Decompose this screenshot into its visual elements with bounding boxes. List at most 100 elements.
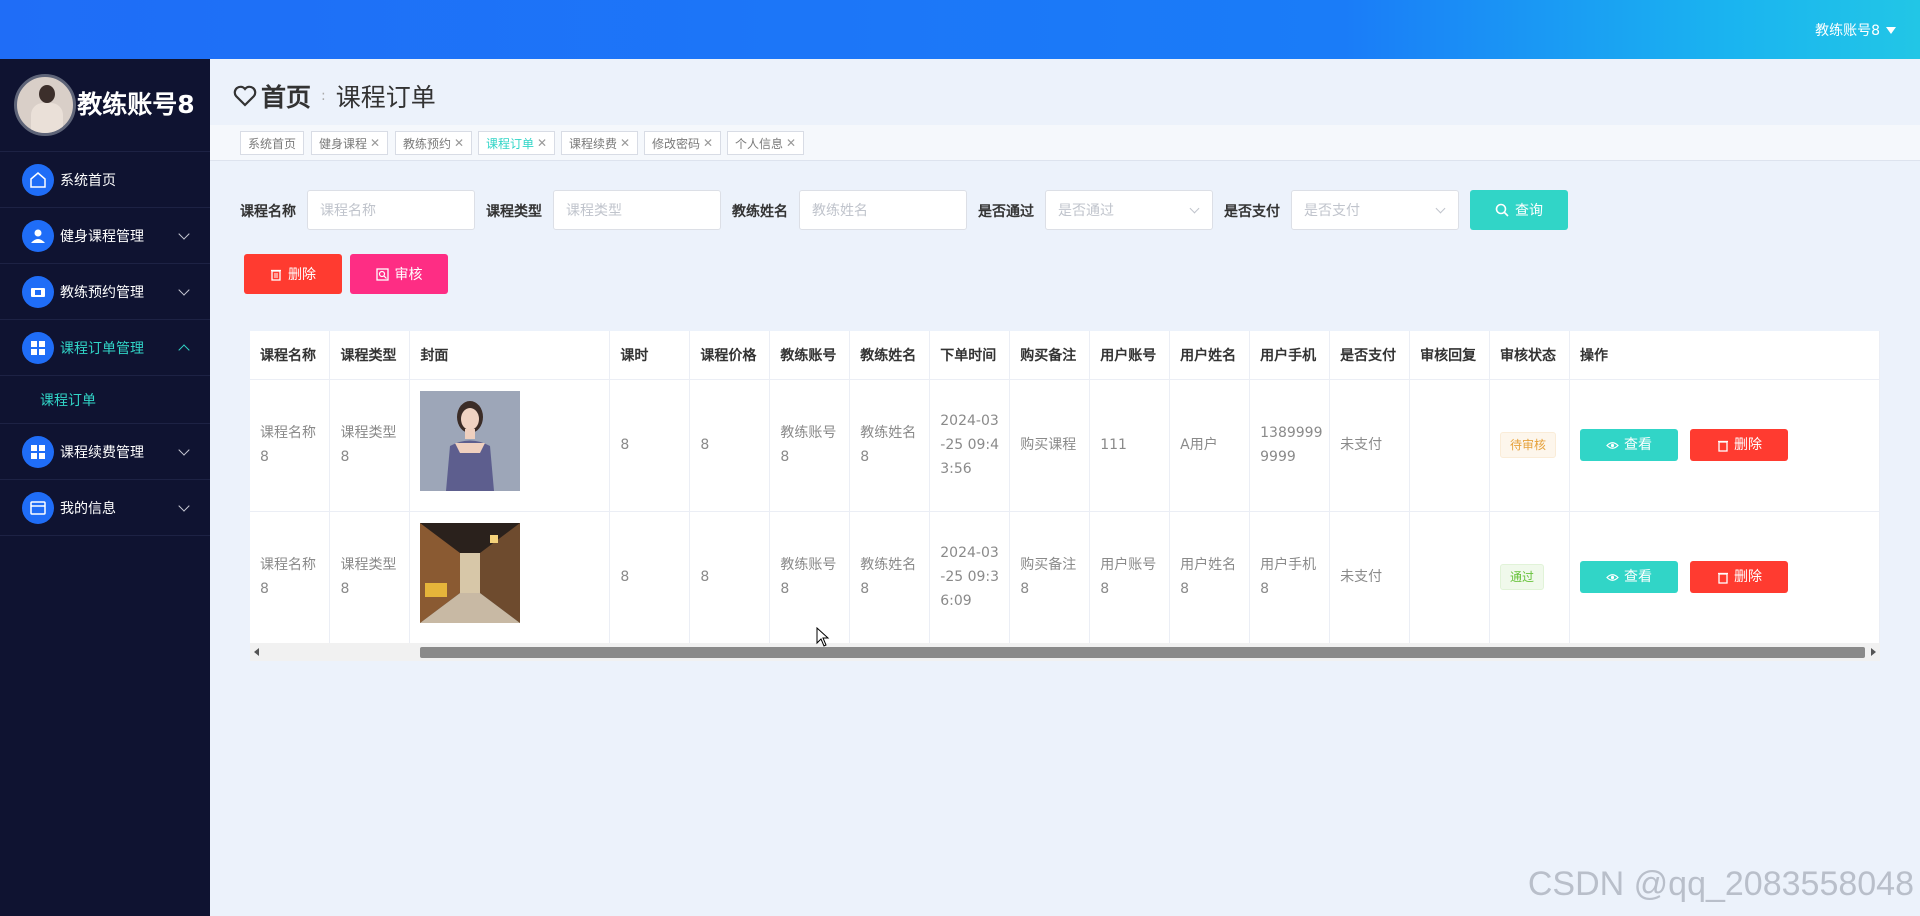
- heart-icon: [233, 85, 257, 107]
- column-header[interactable]: 下单时间: [929, 331, 1011, 380]
- cell-cover: [409, 511, 611, 643]
- profile-name: 教练账号8: [77, 90, 195, 119]
- chevron-down-icon: [178, 444, 190, 456]
- table-row[interactable]: 课程名称8 课程类型8 8 8 教练账号8 教练姓名8 2024-03-25 0…: [250, 511, 1880, 643]
- course-type-input[interactable]: 课程类型: [553, 190, 721, 230]
- sidebar-item-home[interactable]: 系统首页: [0, 152, 210, 208]
- column-header[interactable]: 课程名称: [250, 331, 331, 380]
- cell-order-time: 2024-03-25 09:43:56: [929, 379, 1011, 512]
- close-icon[interactable]: ✕: [370, 136, 380, 150]
- course-name-input[interactable]: 课程名称: [307, 190, 475, 230]
- cell-phone: 13899999999: [1249, 379, 1331, 512]
- user-menu[interactable]: 教练账号8: [1815, 20, 1896, 40]
- query-button[interactable]: 查询: [1470, 190, 1568, 230]
- tag-password[interactable]: 修改密码 ✕: [644, 131, 722, 155]
- cell-user-name: 用户姓名8: [1169, 511, 1251, 643]
- close-icon[interactable]: ✕: [537, 136, 547, 150]
- column-header[interactable]: 是否支付: [1329, 331, 1411, 380]
- cell-order-time: 2024-03-25 09:36:09: [929, 511, 1011, 643]
- table-header-row: 课程名称 课程类型 封面 课时 课程价格 教练账号 教练姓名 下单时间 购买备注…: [250, 331, 1880, 380]
- eye-icon: [1606, 441, 1619, 449]
- tag-renewal[interactable]: 课程续费 ✕: [561, 131, 639, 155]
- audit-button[interactable]: 审核: [350, 254, 448, 294]
- column-header[interactable]: 用户手机: [1249, 331, 1331, 380]
- cell-price: 8: [689, 379, 771, 512]
- cell-coach-name: 教练姓名8: [849, 511, 931, 643]
- paid-label: 是否支付: [1224, 204, 1280, 220]
- paid-select[interactable]: 是否支付: [1291, 190, 1459, 230]
- chevron-down-icon: [178, 284, 190, 296]
- tag-profile[interactable]: 个人信息 ✕: [727, 131, 805, 155]
- profile: 教练账号8: [0, 59, 210, 152]
- view-button-label: 查看: [1624, 437, 1653, 453]
- scroll-right-icon[interactable]: [1871, 648, 1876, 656]
- column-header[interactable]: 封面: [409, 331, 611, 380]
- tag-booking[interactable]: 教练预约 ✕: [395, 131, 473, 155]
- breadcrumb-home-label: 首页: [261, 83, 312, 112]
- cell-course-name: 课程名称8: [250, 511, 331, 643]
- chevron-down-icon: [178, 500, 190, 512]
- view-button[interactable]: 查看: [1580, 429, 1679, 461]
- delete-button[interactable]: 删除: [1690, 429, 1789, 461]
- column-header[interactable]: 课时: [609, 331, 691, 380]
- delete-button[interactable]: 删除: [1690, 561, 1789, 593]
- sidebar-item-coach-booking[interactable]: 教练预约管理: [0, 264, 210, 320]
- cell-user-account: 用户账号8: [1089, 511, 1171, 643]
- scrollbar-thumb[interactable]: [420, 647, 1865, 658]
- delete-button-label: 删除: [1733, 569, 1762, 585]
- grid-icon: [22, 331, 54, 364]
- cell-status: 通过: [1489, 511, 1571, 643]
- passed-select-placeholder: 是否通过: [1058, 203, 1114, 219]
- cell-reply: [1409, 511, 1491, 643]
- tag-label: 课程订单: [486, 136, 535, 151]
- column-header[interactable]: 课程类型: [329, 331, 411, 380]
- close-icon[interactable]: ✕: [703, 136, 713, 150]
- course-name-label: 课程名称: [240, 204, 296, 220]
- tag-label: 系统首页: [248, 136, 297, 151]
- cover-image-gym[interactable]: [420, 523, 521, 623]
- view-button[interactable]: 查看: [1580, 561, 1679, 593]
- breadcrumb-current: 课程订单: [335, 83, 436, 112]
- passed-label: 是否通过: [978, 204, 1034, 220]
- breadcrumb-home[interactable]: 首页: [233, 78, 311, 114]
- coach-name-input[interactable]: 教练姓名: [799, 190, 967, 230]
- cell-actions: 查看 删除: [1569, 511, 1880, 643]
- cell-note: 购买课程: [1009, 379, 1091, 512]
- watermark: CSDN @qq_2083558048: [1527, 865, 1914, 903]
- passed-select[interactable]: 是否通过: [1045, 190, 1213, 230]
- column-header[interactable]: 课程价格: [689, 331, 771, 380]
- column-header[interactable]: 审核状态: [1489, 331, 1571, 380]
- tag-course[interactable]: 健身课程 ✕: [311, 131, 389, 155]
- cover-image-woman[interactable]: [420, 391, 521, 491]
- audit-button-label: 审核: [394, 267, 423, 283]
- column-header[interactable]: 教练账号: [769, 331, 851, 380]
- sidebar-item-order-manage[interactable]: 课程订单管理: [0, 320, 210, 376]
- horizontal-scrollbar[interactable]: [250, 643, 1880, 661]
- cell-cover: [409, 379, 611, 512]
- sidebar-item-my-info[interactable]: 我的信息: [0, 480, 210, 536]
- column-header[interactable]: 购买备注: [1009, 331, 1091, 380]
- table-row[interactable]: 课程名称8 课程类型8 8 8 教练账号8 教练姓名8 2024-03-25 0…: [250, 379, 1880, 512]
- close-icon[interactable]: ✕: [786, 136, 796, 150]
- orders-table: 课程名称 课程类型 封面 课时 课程价格 教练账号 教练姓名 下单时间 购买备注…: [250, 331, 1880, 643]
- breadcrumb: 首页 : 课程订单: [233, 78, 436, 114]
- breadcrumb-separator: :: [321, 88, 326, 104]
- close-icon[interactable]: ✕: [454, 136, 464, 150]
- column-header[interactable]: 用户账号: [1089, 331, 1171, 380]
- column-header[interactable]: 教练姓名: [849, 331, 931, 380]
- sidebar-subitem-course-order[interactable]: 课程订单: [0, 376, 210, 424]
- sidebar-item-renewal-manage[interactable]: 课程续费管理: [0, 424, 210, 480]
- course-type-label: 课程类型: [486, 204, 542, 220]
- cell-user-name: A用户: [1169, 379, 1251, 512]
- batch-delete-button[interactable]: 删除: [244, 254, 342, 294]
- close-icon[interactable]: ✕: [620, 136, 630, 150]
- sidebar-item-course-manage[interactable]: 健身课程管理: [0, 208, 210, 264]
- cell-phone: 用户手机8: [1249, 511, 1331, 643]
- tag-home[interactable]: 系统首页: [240, 131, 305, 155]
- tag-order[interactable]: 课程订单 ✕: [478, 131, 556, 155]
- column-header[interactable]: 审核回复: [1409, 331, 1491, 380]
- avatar: [14, 74, 76, 136]
- card-icon: [22, 491, 54, 524]
- column-header[interactable]: 用户姓名: [1169, 331, 1251, 380]
- scroll-left-icon[interactable]: [254, 648, 259, 656]
